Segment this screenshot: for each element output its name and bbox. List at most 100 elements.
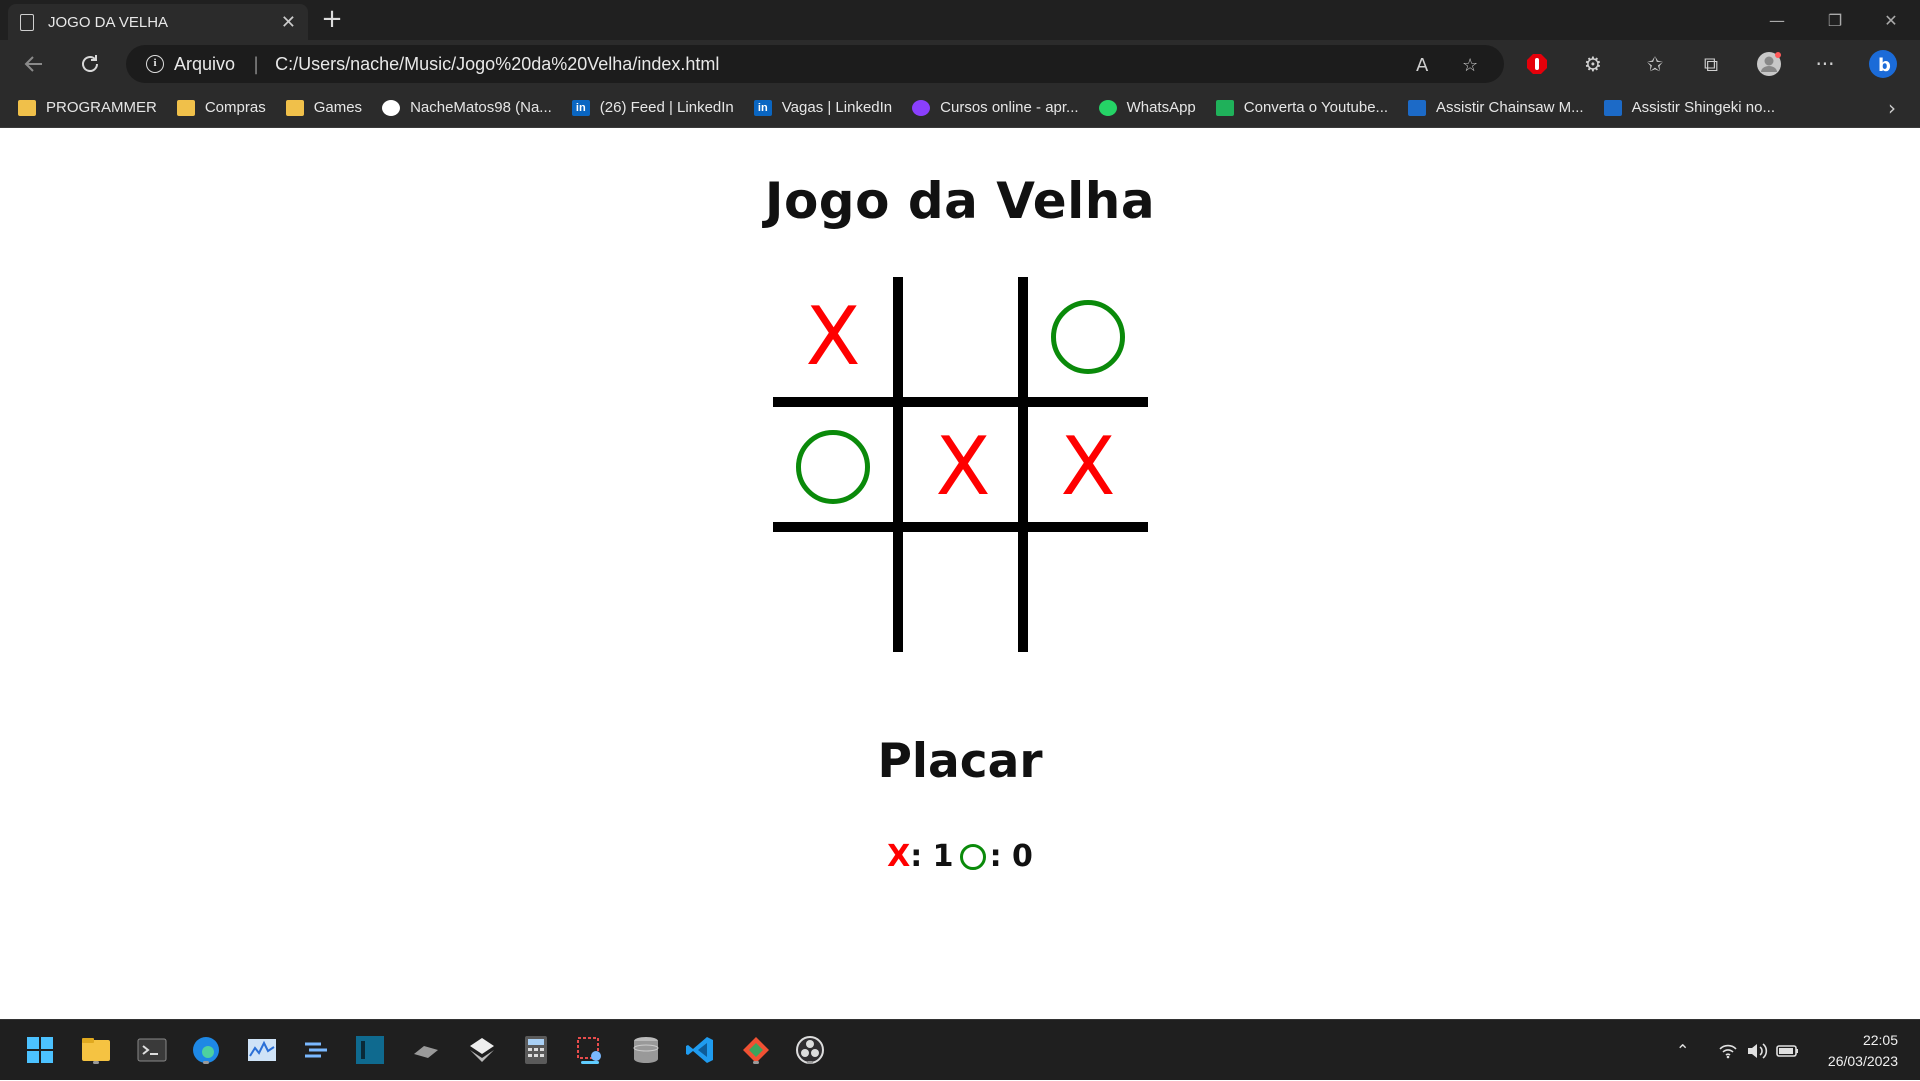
ide-icon[interactable] [352, 1032, 388, 1068]
info-icon[interactable]: i [146, 55, 164, 73]
unity-icon[interactable] [464, 1032, 500, 1068]
linkedin-icon: in [571, 99, 590, 116]
git-icon[interactable] [738, 1032, 774, 1068]
game-title: Jogo da Velha [764, 172, 1156, 230]
url-text[interactable]: C:/Users/nache/Music/Jogo%20da%20Velha/i… [275, 54, 719, 75]
scoreboard: X : 1 : 0 [0, 839, 1920, 874]
bookmark-label: Cursos online - apr... [940, 99, 1079, 116]
battery-icon[interactable] [1776, 1020, 1800, 1081]
board-line [773, 397, 1148, 407]
calculator-icon[interactable] [518, 1032, 554, 1068]
score-x-value: : 1 [910, 839, 954, 874]
bookmark-programmer[interactable]: PROGRAMMER [18, 99, 157, 116]
bookmark-converter[interactable]: Converta o Youtube... [1215, 99, 1388, 116]
reload-button[interactable] [74, 48, 106, 80]
board-cell-9[interactable] [1028, 532, 1148, 652]
bing-icon[interactable]: b [1868, 49, 1898, 79]
bookmark-shingeki[interactable]: Assistir Shingeki no... [1603, 99, 1775, 116]
bookmark-label: (26) Feed | LinkedIn [599, 99, 734, 116]
score-x-label: X [887, 839, 911, 874]
new-tab-button[interactable]: + [318, 6, 346, 34]
bookmark-label: Games [313, 99, 363, 116]
address-separator: | [253, 53, 260, 75]
collections-icon[interactable]: ⧉ [1696, 49, 1726, 79]
bookmark-games[interactable]: Games [285, 99, 363, 116]
tab-title: JOGO DA VELHA [48, 13, 169, 31]
bookmark-github[interactable]: NacheMatos98 (Na... [382, 99, 552, 116]
browser-toolbar: i Arquivo | C:/Users/nache/Music/Jogo%20… [0, 40, 1920, 88]
bookmark-label: WhatsApp [1126, 99, 1196, 116]
bookmark-linkedin-feed[interactable]: in (26) Feed | LinkedIn [571, 99, 734, 116]
clock-date: 26/03/2023 [1827, 1053, 1898, 1069]
folder-icon [285, 99, 304, 116]
adblock-icon[interactable] [1522, 49, 1552, 79]
snipping-tool-icon[interactable] [572, 1032, 608, 1068]
bookmark-label: Assistir Shingeki no... [1631, 99, 1775, 116]
svg-text:b: b [1878, 55, 1891, 76]
obs-icon[interactable] [792, 1032, 828, 1068]
close-window-button[interactable]: ✕ [1862, 0, 1920, 40]
board-cell-5[interactable]: X [903, 407, 1023, 527]
chevron-right-icon[interactable]: › [1888, 96, 1896, 120]
bookmark-whatsapp[interactable]: WhatsApp [1098, 99, 1196, 116]
document-icon [20, 13, 34, 31]
board-cell-3[interactable] [1028, 277, 1148, 397]
clock[interactable]: 22:05 26/03/2023 [1828, 1030, 1898, 1072]
dev-tool-icon[interactable] [298, 1032, 334, 1068]
extensions-icon[interactable]: ⚙ [1578, 49, 1608, 79]
board-cell-7[interactable] [773, 532, 893, 652]
terminal-icon[interactable] [134, 1032, 170, 1068]
start-icon[interactable] [22, 1032, 58, 1068]
board-cell-2[interactable] [903, 277, 1023, 397]
game-board: X X X [773, 277, 1148, 652]
volume-icon[interactable] [1746, 1020, 1768, 1081]
back-button[interactable] [18, 48, 50, 80]
bookmark-cursos[interactable]: Cursos online - apr... [912, 99, 1079, 116]
bookmark-linkedin-jobs[interactable]: in Vagas | LinkedIn [753, 99, 892, 116]
board-cell-1[interactable]: X [773, 277, 893, 397]
favorites-icon[interactable]: ✩ [1640, 49, 1670, 79]
crunchyroll-icon [1408, 99, 1427, 116]
x-mark: X [805, 290, 861, 383]
board-cell-4[interactable] [773, 407, 893, 527]
board-cell-6[interactable]: X [1028, 407, 1148, 527]
browser-tab[interactable]: JOGO DA VELHA ✕ [8, 4, 308, 40]
database-icon[interactable] [628, 1032, 664, 1068]
download-icon [1215, 99, 1234, 116]
x-mark: X [935, 420, 991, 513]
address-bar[interactable]: i Arquivo | C:/Users/nache/Music/Jogo%20… [126, 45, 1504, 83]
add-favorite-icon[interactable]: ☆ [1462, 55, 1478, 76]
o-mark-icon [1051, 300, 1125, 374]
bookmark-label: Compras [204, 99, 266, 116]
clock-time: 22:05 [1862, 1032, 1898, 1048]
bookmark-compras[interactable]: Compras [176, 99, 266, 116]
whatsapp-icon [1098, 99, 1117, 116]
file-explorer-icon[interactable] [78, 1032, 114, 1068]
read-aloud-icon[interactable]: A [1416, 55, 1428, 76]
board-cell-8[interactable] [903, 532, 1023, 652]
vscode-icon[interactable] [682, 1032, 718, 1068]
folder-icon [176, 99, 195, 116]
bookmark-label: Assistir Chainsaw M... [1436, 99, 1584, 116]
more-options-icon[interactable]: ··· [1810, 49, 1840, 79]
wifi-icon[interactable] [1718, 1020, 1738, 1081]
resource-monitor-icon[interactable] [244, 1032, 280, 1068]
board-line [893, 277, 903, 652]
show-hidden-icons-icon[interactable]: ⌃ [1676, 1020, 1689, 1081]
minimize-button[interactable]: — [1748, 0, 1806, 40]
close-tab-icon[interactable]: ✕ [281, 12, 296, 33]
app-icon[interactable] [408, 1032, 444, 1068]
reload-icon [82, 55, 98, 72]
restore-button[interactable]: ❐ [1806, 0, 1864, 40]
x-mark: X [1060, 420, 1116, 513]
folder-icon [18, 99, 36, 116]
profile-avatar-icon[interactable] [1754, 49, 1784, 79]
github-icon [382, 99, 401, 116]
edge-icon[interactable] [188, 1032, 224, 1068]
crunchyroll-icon [1603, 99, 1622, 116]
bookmark-chainsaw[interactable]: Assistir Chainsaw M... [1408, 99, 1584, 116]
taskbar: ⌃ 22:05 26/03/2023 [0, 1019, 1920, 1080]
bookmark-label: PROGRAMMER [46, 99, 157, 116]
udemy-icon [912, 99, 931, 116]
bookmarks-bar: PROGRAMMER Compras Games NacheMatos98 (N… [0, 88, 1920, 128]
